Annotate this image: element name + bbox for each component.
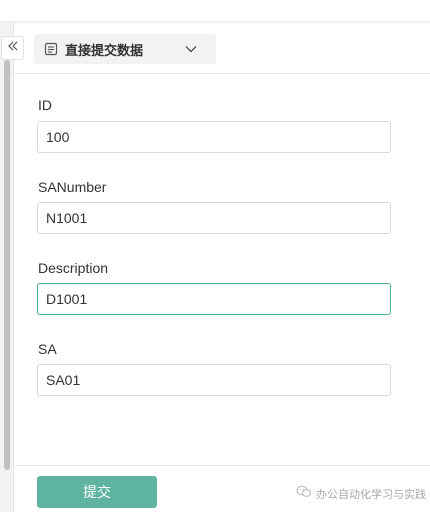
field-label-id: ID bbox=[38, 97, 52, 113]
left-rail bbox=[0, 22, 14, 512]
form-header: 直接提交数据 bbox=[14, 22, 430, 74]
document-icon bbox=[44, 42, 58, 56]
id-input[interactable] bbox=[37, 121, 391, 153]
form-selector[interactable]: 直接提交数据 bbox=[34, 34, 216, 64]
scrollbar-thumb[interactable] bbox=[4, 60, 10, 470]
top-bar bbox=[0, 0, 430, 22]
field-label-description: Description bbox=[38, 260, 109, 276]
sa-input[interactable] bbox=[37, 364, 391, 396]
submit-button[interactable]: 提交 bbox=[37, 476, 157, 508]
sanumber-input[interactable] bbox=[37, 202, 391, 234]
watermark-text: 办公自动化学习与实践 bbox=[316, 489, 426, 501]
description-input[interactable] bbox=[37, 283, 391, 315]
chevron-down-icon bbox=[184, 44, 198, 54]
form-title: 直接提交数据 bbox=[65, 42, 144, 58]
field-label-sanumber: SANumber bbox=[38, 179, 107, 195]
field-label-sa: SA bbox=[38, 341, 57, 357]
watermark: 办公自动化学习与实践 bbox=[296, 485, 426, 503]
wechat-icon bbox=[296, 485, 312, 503]
footer-divider bbox=[14, 465, 430, 466]
